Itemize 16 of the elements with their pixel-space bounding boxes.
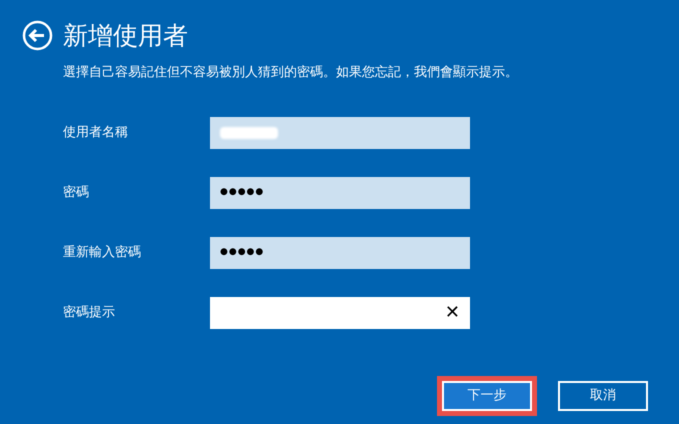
back-icon[interactable] xyxy=(22,20,53,51)
field-value: ●●●●● xyxy=(220,246,264,259)
input-field[interactable] xyxy=(210,116,470,148)
field-label: 重新輸入密碼 xyxy=(63,244,142,262)
next-button[interactable]: 下一步 xyxy=(442,381,532,411)
clear-button[interactable]: ✕ xyxy=(444,304,460,322)
page-title: 新增使用者 xyxy=(63,23,188,48)
field-label: 密碼 xyxy=(63,184,90,202)
input-field[interactable]: ●●●●● xyxy=(210,176,470,208)
input-field[interactable]: ✕ xyxy=(210,296,470,328)
input-field[interactable]: ●●●●● xyxy=(210,236,470,268)
field-label: 使用者名稱 xyxy=(63,124,129,142)
field-value: ●●●●● xyxy=(220,186,264,199)
cancel-button[interactable]: 取消 xyxy=(558,381,648,411)
instruction-text: 選擇自己容易記住但不容易被別人猜到的密碼。如果您忘記，我們會顯示提示。 xyxy=(62,64,519,82)
field-label: 密碼提示 xyxy=(63,304,116,322)
